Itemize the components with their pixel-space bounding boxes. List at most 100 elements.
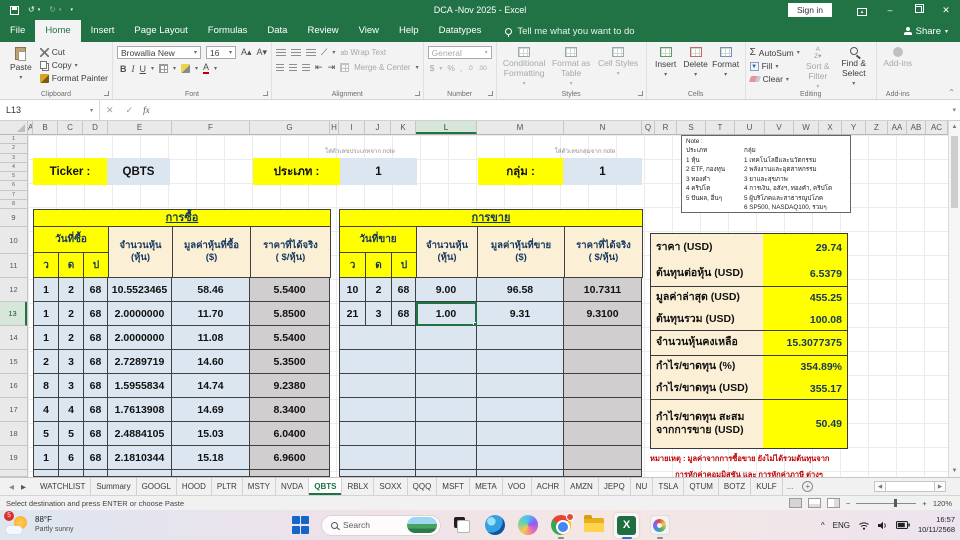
sale-cell[interactable]: 68: [392, 302, 416, 326]
buy-cell[interactable]: 14.69: [172, 398, 250, 422]
type-value-cell[interactable]: 1: [340, 158, 417, 185]
summary-value[interactable]: 29.74: [763, 234, 847, 262]
buy-cell[interactable]: 15.03: [172, 422, 250, 446]
sheet-nav-left-icon[interactable]: ◀: [9, 483, 14, 491]
buy-cell[interactable]: 5.8500: [250, 302, 330, 326]
wrap-text-button[interactable]: ab Wrap Text: [340, 48, 386, 57]
buy-cell[interactable]: 5.5400: [250, 278, 330, 302]
sale-cell[interactable]: 3: [366, 302, 392, 326]
addins-button[interactable]: Add-ins: [881, 45, 915, 69]
formula-input[interactable]: [158, 100, 953, 120]
row-header-15[interactable]: 15: [0, 350, 27, 374]
close-button[interactable]: ✕: [932, 0, 960, 20]
number-dialog-launcher-icon[interactable]: [488, 91, 493, 96]
sheet-tab-nvda[interactable]: NVDA: [276, 478, 309, 495]
sheet-tab-googl[interactable]: GOOGL: [137, 478, 177, 495]
bold-button[interactable]: B: [120, 64, 127, 74]
format-painter-button[interactable]: Format Painter: [40, 73, 108, 83]
sheet-nav-right-icon[interactable]: ▶: [21, 483, 26, 491]
column-header-B[interactable]: B: [33, 121, 58, 134]
sale-date-header[interactable]: วันที่ขาย: [340, 227, 416, 253]
align-right-icon[interactable]: [302, 64, 310, 71]
buy-cell[interactable]: [34, 470, 59, 477]
buy-month-header[interactable]: ด: [59, 253, 84, 277]
zoom-slider[interactable]: [856, 503, 916, 504]
sale-cell[interactable]: [340, 398, 416, 422]
column-header-C[interactable]: C: [58, 121, 83, 134]
column-header-AB[interactable]: AB: [907, 121, 926, 134]
sale-cell[interactable]: 9.00: [416, 278, 477, 302]
buy-cell[interactable]: 2: [34, 350, 59, 374]
column-header-W[interactable]: W: [794, 121, 819, 134]
sale-year-header[interactable]: ป: [392, 253, 416, 277]
sheet-tab-botz[interactable]: BOTZ: [719, 478, 751, 495]
sheet-tab-amzn[interactable]: AMZN: [565, 478, 599, 495]
number-format-combobox[interactable]: General▾: [428, 46, 492, 59]
buy-cell[interactable]: 3: [59, 374, 84, 398]
buy-cell[interactable]: 5: [34, 422, 59, 446]
sheet-tab-summary[interactable]: Summary: [91, 478, 136, 495]
row-header-4[interactable]: 4: [0, 163, 27, 172]
summary-value[interactable]: 6.5379: [763, 262, 847, 286]
buy-cell[interactable]: 6.0400: [250, 422, 330, 446]
buy-cell[interactable]: 5: [59, 422, 84, 446]
sale-cell[interactable]: [416, 470, 477, 477]
paste-button[interactable]: Paste ▾: [4, 45, 38, 83]
buy-cell[interactable]: [172, 470, 250, 477]
sale-cell[interactable]: [416, 398, 477, 422]
buy-cell[interactable]: 2: [59, 278, 84, 302]
buy-cell[interactable]: 68: [84, 422, 108, 446]
sort-filter-button[interactable]: AZ▾ Sort & Filter▾: [800, 45, 836, 90]
copilot-button[interactable]: [515, 513, 540, 538]
sale-cell[interactable]: [416, 326, 477, 350]
column-header-L[interactable]: L: [416, 121, 477, 134]
sheet-tab-nu[interactable]: NU: [631, 478, 654, 495]
sale-cell[interactable]: 10.7311: [564, 278, 642, 302]
buy-date-header[interactable]: วันที่ซื้อ: [34, 227, 108, 253]
file-explorer-button[interactable]: [581, 513, 606, 538]
font-name-combobox[interactable]: Browallia New▾: [117, 46, 201, 59]
zoom-level[interactable]: 120%: [933, 499, 952, 508]
sheet-tab-watchlist[interactable]: WATCHLIST: [35, 478, 91, 495]
sale-cell[interactable]: [564, 422, 642, 446]
cancel-formula-icon[interactable]: ✕: [106, 105, 114, 116]
summary-value[interactable]: 50.49: [763, 400, 847, 448]
delete-cells-button[interactable]: Delete▾: [681, 45, 711, 78]
column-header-U[interactable]: U: [735, 121, 765, 134]
share-button[interactable]: Share ▾: [904, 20, 960, 42]
conditional-formatting-button[interactable]: Conditional Formatting▾: [501, 45, 548, 87]
align-center-icon[interactable]: [289, 64, 297, 71]
merge-center-button[interactable]: Merge & Center: [354, 63, 410, 72]
percent-style-icon[interactable]: %: [447, 63, 455, 73]
sale-day-header[interactable]: ว: [340, 253, 366, 277]
expand-formula-bar-icon[interactable]: ▾: [952, 106, 956, 114]
row-header-17[interactable]: 17: [0, 398, 27, 422]
column-header-AC[interactable]: AC: [926, 121, 948, 134]
italic-button[interactable]: I: [131, 64, 134, 74]
paint-button[interactable]: [647, 513, 672, 538]
select-all-corner[interactable]: [0, 121, 28, 134]
buy-cell[interactable]: 2.4884105: [108, 422, 172, 446]
wifi-icon[interactable]: [858, 521, 870, 530]
align-middle-icon[interactable]: [291, 49, 301, 56]
font-color-icon[interactable]: A: [203, 63, 209, 74]
sheet-tab-voo[interactable]: VOO: [503, 478, 532, 495]
sheet-tabs-overflow[interactable]: ...: [783, 478, 798, 495]
start-button[interactable]: [288, 513, 313, 538]
row-header-3[interactable]: 3: [0, 154, 27, 163]
clipboard-dialog-launcher-icon[interactable]: [104, 91, 109, 96]
buy-cell[interactable]: [59, 470, 84, 477]
ribbon-tab-insert[interactable]: Insert: [81, 20, 125, 42]
buy-cell[interactable]: 2.0000000: [108, 326, 172, 350]
cell-styles-button[interactable]: Cell Styles▾: [595, 45, 642, 78]
buy-cell[interactable]: 6: [59, 446, 84, 470]
sale-cell[interactable]: [477, 422, 564, 446]
sale-cell[interactable]: [340, 422, 416, 446]
horizontal-scrollbar[interactable]: [886, 481, 934, 492]
buy-cell[interactable]: 2.7289719: [108, 350, 172, 374]
buy-cell[interactable]: 1: [34, 302, 59, 326]
sheet-tab-jepq[interactable]: JEPQ: [599, 478, 631, 495]
fill-color-icon[interactable]: [181, 64, 190, 73]
buy-cell[interactable]: 2.0000000: [108, 302, 172, 326]
column-header-H[interactable]: H: [330, 121, 339, 134]
